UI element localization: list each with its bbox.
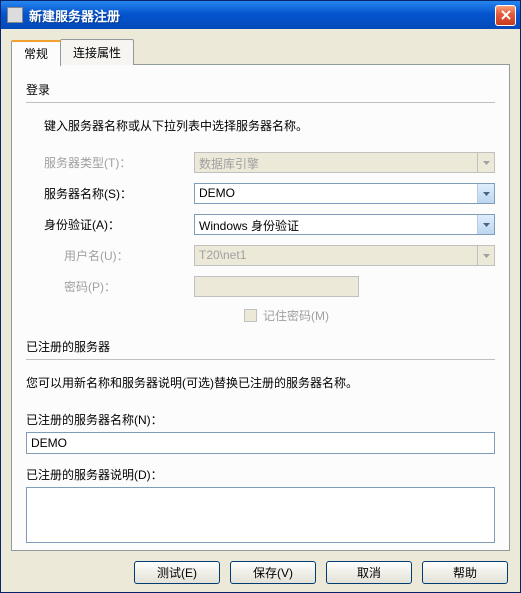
help-button[interactable]: 帮助 xyxy=(422,561,508,584)
close-icon xyxy=(501,10,511,20)
server-name-select[interactable]: DEMO xyxy=(194,183,495,204)
group-login-label: 登录 xyxy=(26,81,495,98)
password-label: 密码(P)： xyxy=(44,278,194,295)
tab-connection-properties[interactable]: 连接属性 xyxy=(60,39,134,65)
button-bar: 测试(E) 保存(V) 取消 帮助 xyxy=(11,551,510,584)
client-area: 常规 连接属性 登录 键入服务器名称或从下拉列表中选择服务器名称。 服务器类型(… xyxy=(1,29,520,592)
close-button[interactable] xyxy=(495,5,516,26)
auth-select-wrap[interactable]: Windows 身份验证 xyxy=(194,214,495,235)
group-registered-separator xyxy=(26,359,495,360)
server-name-select-wrap[interactable]: DEMO xyxy=(194,183,495,204)
username-label: 用户名(U)： xyxy=(44,247,194,264)
registered-desc-input[interactable] xyxy=(26,487,495,543)
password-input xyxy=(194,276,359,297)
dialog-window: 新建服务器注册 常规 连接属性 登录 键入服务器名称或从下拉列表中选择服务器名称… xyxy=(0,0,521,593)
window-title: 新建服务器注册 xyxy=(29,6,495,25)
server-type-label: 服务器类型(T)： xyxy=(44,154,194,171)
tabstrip: 常规 连接属性 xyxy=(11,39,510,65)
titlebar[interactable]: 新建服务器注册 xyxy=(1,1,520,29)
auth-label: 身份验证(A)： xyxy=(44,216,194,233)
password-field-wrap xyxy=(194,276,495,297)
server-type-select-wrap: 数据库引擎 xyxy=(194,152,495,173)
test-button[interactable]: 测试(E) xyxy=(134,561,220,584)
group-registered-label: 已注册的服务器 xyxy=(26,338,495,355)
app-icon xyxy=(7,7,23,23)
remember-password-label: 记住密码(M) xyxy=(263,307,329,324)
registered-name-label: 已注册的服务器名称(N)： xyxy=(26,411,495,428)
server-type-select: 数据库引擎 xyxy=(194,152,495,173)
save-button[interactable]: 保存(V) xyxy=(230,561,316,584)
registered-desc-label: 已注册的服务器说明(D)： xyxy=(26,466,495,483)
tab-pane-general: 登录 键入服务器名称或从下拉列表中选择服务器名称。 服务器类型(T)： 数据库引… xyxy=(11,64,510,551)
login-instruction: 键入服务器名称或从下拉列表中选择服务器名称。 xyxy=(44,117,495,134)
server-name-label: 服务器名称(S)： xyxy=(44,185,194,202)
cancel-button[interactable]: 取消 xyxy=(326,561,412,584)
username-select-wrap: T20\net1 xyxy=(194,245,495,266)
group-login-separator xyxy=(26,102,495,103)
registered-instruction: 您可以用新名称和服务器说明(可选)替换已注册的服务器名称。 xyxy=(26,374,495,391)
registered-name-input[interactable] xyxy=(26,432,495,454)
remember-password-checkbox xyxy=(244,309,257,322)
username-select: T20\net1 xyxy=(194,245,495,266)
auth-select[interactable]: Windows 身份验证 xyxy=(194,214,495,235)
remember-password-row: 记住密码(M) xyxy=(26,307,495,324)
tab-general[interactable]: 常规 xyxy=(11,40,61,66)
